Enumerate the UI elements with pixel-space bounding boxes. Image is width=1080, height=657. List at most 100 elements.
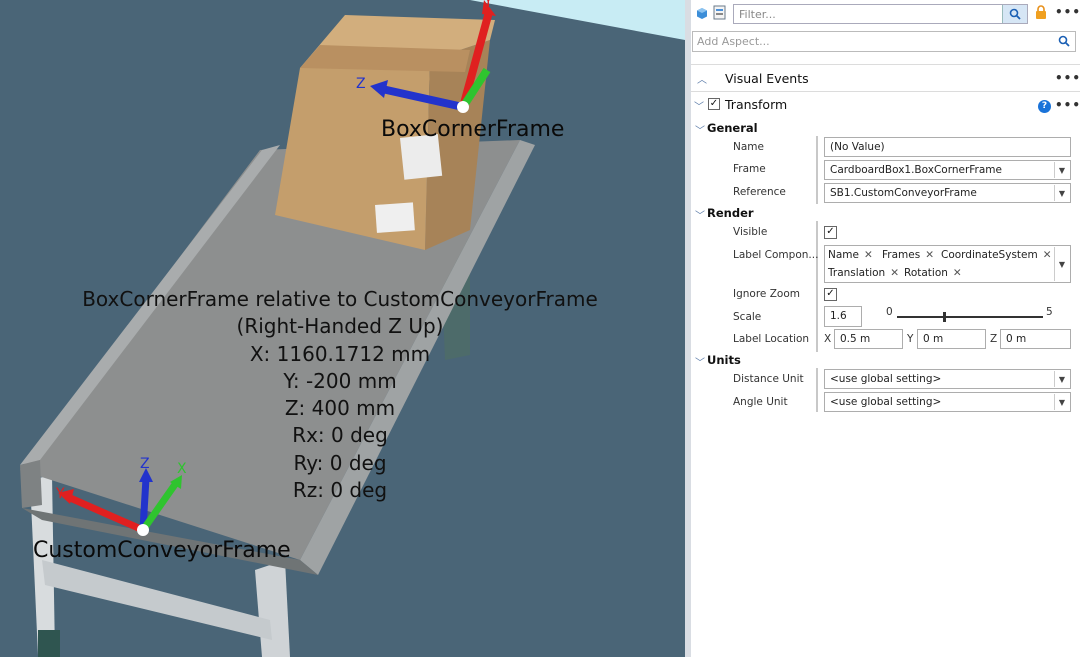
reference-select[interactable]: SB1.CustomConveyorFrame ▼ <box>824 183 1071 203</box>
search-icon <box>1058 35 1070 47</box>
ignore-zoom-label: Ignore Zoom <box>733 288 800 300</box>
label-location-label: Label Location <box>733 333 810 345</box>
angle-unit-select[interactable]: <use global setting> ▼ <box>824 392 1071 412</box>
box-origin <box>457 101 469 113</box>
scale-slider-thumb[interactable] <box>942 312 946 322</box>
filter-search-button[interactable] <box>1002 5 1027 23</box>
indent-guide <box>816 368 818 412</box>
expand-chevron-icon[interactable]: ﹀ <box>694 98 704 113</box>
separator <box>691 64 1080 65</box>
transform-enabled-checkbox[interactable]: ✓ <box>708 98 720 110</box>
units-section-header[interactable]: Units <box>707 353 741 367</box>
tag-frames-text: Frames <box>882 249 921 261</box>
readout-y: Y: -200 mm <box>283 368 397 393</box>
chevron-down-icon[interactable]: ▼ <box>1054 247 1069 281</box>
properties-icon[interactable] <box>712 5 728 21</box>
reference-label: Reference <box>733 186 786 198</box>
readout-title: BoxCornerFrame relative to CustomConveyo… <box>82 287 598 311</box>
render-section-header[interactable]: Render <box>707 206 754 220</box>
tag-name-text: Name <box>828 249 859 261</box>
scale-slider-track[interactable] <box>897 312 1043 322</box>
scale-label: Scale <box>733 311 762 323</box>
box-frame-label: BoxCornerFrame <box>381 117 565 142</box>
indent-guide <box>816 136 818 204</box>
readout-coordinate-system: (Right-Handed Z Up) <box>236 314 444 339</box>
readout-ry: Ry: 0 deg <box>293 450 387 475</box>
distance-unit-label: Distance Unit <box>733 373 804 385</box>
chevron-down-icon[interactable]: ▼ <box>1054 185 1069 201</box>
toolbar-more-icon[interactable]: ••• <box>1055 5 1080 19</box>
box-y-letter: Y <box>484 0 493 10</box>
box-z-letter: Z <box>356 76 366 92</box>
scale-min-label: 0 <box>886 306 893 318</box>
remove-icon[interactable]: ✕ <box>1043 249 1052 261</box>
tag-name[interactable]: Name ✕ <box>828 249 873 261</box>
tag-coordinate-system-text: CoordinateSystem <box>941 249 1038 261</box>
label-components-multiselect[interactable]: Name ✕ Frames ✕ CoordinateSystem ✕ Translat… <box>824 245 1071 283</box>
conveyor-origin <box>137 524 149 536</box>
loc-y-label: Y <box>907 333 914 345</box>
conveyor-leg-front-right <box>255 560 290 657</box>
scale-max-label: 5 <box>1046 306 1053 318</box>
conveyor-frame-label: CustomConveyorFrame <box>33 538 291 563</box>
visual-events-more-icon[interactable]: ••• <box>1055 71 1080 85</box>
reference-value: SB1.CustomConveyorFrame <box>830 187 977 199</box>
transform-header[interactable]: Transform <box>725 97 787 112</box>
filter-placeholder: Filter... <box>739 8 776 21</box>
readout-x: X: 1160.1712 mm <box>249 341 431 366</box>
tag-translation-text: Translation <box>828 267 886 279</box>
remove-icon[interactable]: ✕ <box>864 249 873 261</box>
tag-frames[interactable]: Frames ✕ <box>882 249 934 261</box>
visual-events-header[interactable]: Visual Events <box>725 71 809 86</box>
loc-x-value: 0.5 m <box>840 333 871 345</box>
readout-rx: Rx: 0 deg <box>292 423 388 448</box>
lock-icon[interactable] <box>1035 5 1047 20</box>
loc-x-input[interactable]: 0.5 m <box>834 329 903 349</box>
scale-value: 1.6 <box>830 310 847 322</box>
loc-z-input[interactable]: 0 m <box>1000 329 1071 349</box>
loc-y-input[interactable]: 0 m <box>917 329 986 349</box>
units-chevron-icon[interactable]: ﹀ <box>695 354 705 369</box>
name-field[interactable]: (No Value) <box>824 137 1071 157</box>
remove-icon[interactable]: ✕ <box>890 267 899 279</box>
tag-coordinate-system[interactable]: CoordinateSystem ✕ <box>941 249 1052 261</box>
name-value: (No Value) <box>830 141 885 153</box>
name-label: Name <box>733 141 764 153</box>
cube-icon[interactable] <box>696 7 708 20</box>
frame-label: Frame <box>733 163 766 175</box>
filter-input[interactable]: Filter... <box>733 4 1028 24</box>
background-plane <box>470 0 685 40</box>
general-chevron-icon[interactable]: ﹀ <box>695 122 705 137</box>
remove-icon[interactable]: ✕ <box>925 249 934 261</box>
render-chevron-icon[interactable]: ﹀ <box>695 207 705 222</box>
chevron-down-icon[interactable]: ▼ <box>1054 394 1069 410</box>
indent-guide <box>816 221 818 352</box>
distance-unit-select[interactable]: <use global setting> ▼ <box>824 369 1071 389</box>
chevron-down-icon[interactable]: ▼ <box>1054 162 1069 178</box>
label-components-label: Label Compon... <box>733 249 819 261</box>
frame-select[interactable]: CardboardBox1.BoxCornerFrame ▼ <box>824 160 1071 180</box>
separator <box>691 91 1080 92</box>
remove-icon[interactable]: ✕ <box>953 267 962 279</box>
chevron-down-icon[interactable]: ▼ <box>1054 371 1069 387</box>
tag-rotation[interactable]: Rotation ✕ <box>904 267 962 279</box>
tag-rotation-text: Rotation <box>904 267 948 279</box>
add-aspect-placeholder: Add Aspect... <box>697 35 770 48</box>
general-section-header[interactable]: General <box>707 121 758 135</box>
ignore-zoom-checkbox[interactable]: ✓ <box>824 288 837 301</box>
conveyor-crossbar <box>42 560 272 640</box>
add-aspect-input[interactable]: Add Aspect... <box>692 31 1076 52</box>
scale-input[interactable]: 1.6 <box>824 306 862 327</box>
angle-unit-label: Angle Unit <box>733 396 788 408</box>
loc-z-value: 0 m <box>1006 333 1027 345</box>
loc-z-label: Z <box>990 333 998 345</box>
transform-more-icon[interactable]: ••• <box>1055 98 1080 112</box>
distance-unit-value: <use global setting> <box>830 373 942 385</box>
visible-checkbox[interactable]: ✓ <box>824 226 837 239</box>
3d-viewport[interactable]: Y Z Y Z X BoxCornerFrame CustomConveyorF… <box>0 0 685 657</box>
box-barcode-label <box>374 202 415 233</box>
help-icon[interactable]: ? <box>1038 100 1051 113</box>
relative-transform-readout: BoxCornerFrame relative to CustomConveyo… <box>30 286 650 504</box>
collapse-chevron-icon[interactable]: ︿ <box>697 71 707 86</box>
tag-translation[interactable]: Translation ✕ <box>828 267 899 279</box>
